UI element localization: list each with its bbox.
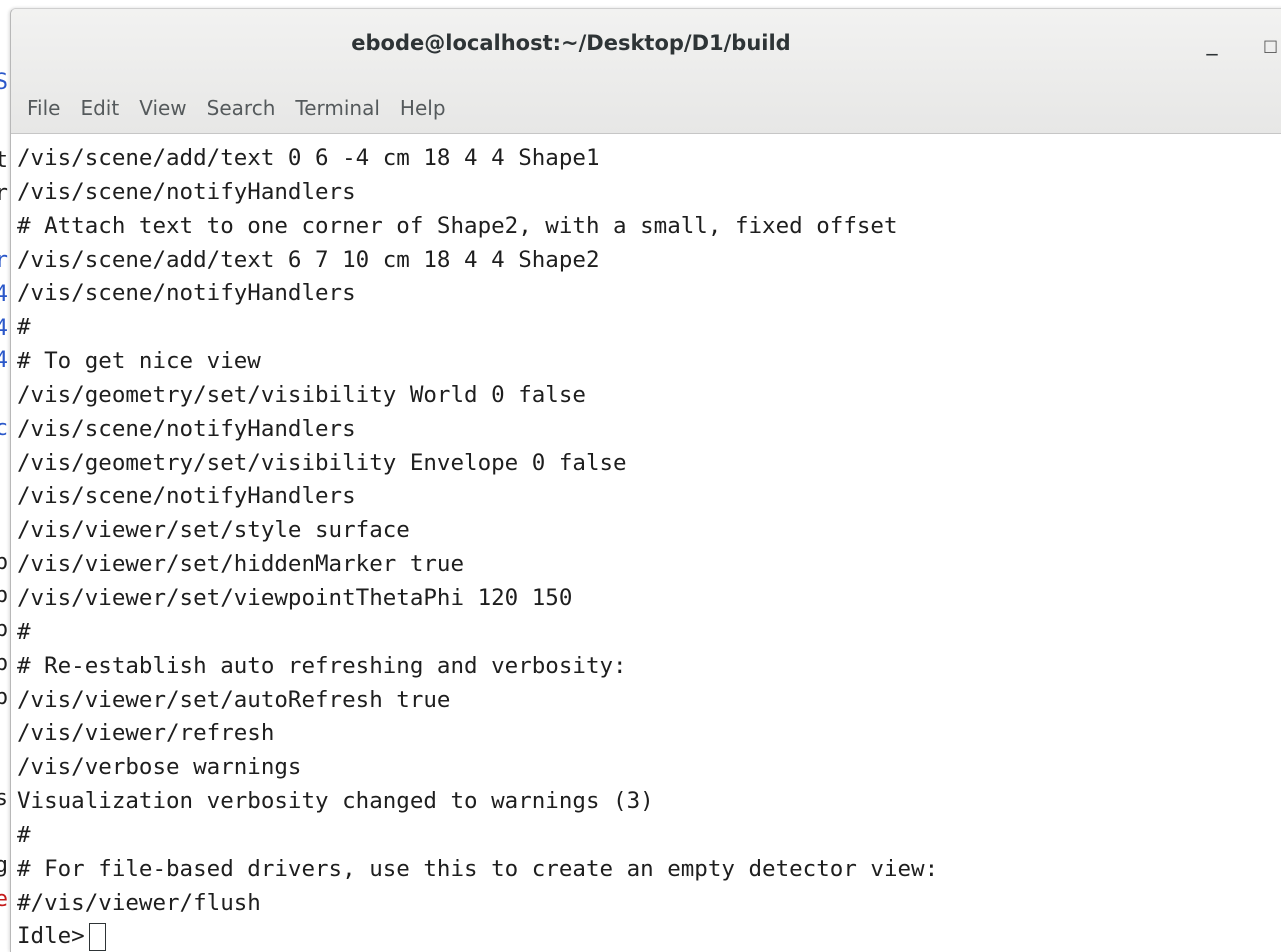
- menu-view[interactable]: View: [129, 92, 196, 124]
- menu-bar: File Edit View Search Terminal Help: [11, 87, 456, 129]
- menu-edit[interactable]: Edit: [70, 92, 129, 124]
- background-text-fragment: 4: [0, 282, 8, 307]
- background-text-fragment: r: [0, 248, 8, 273]
- background-text-fragment: b: [0, 583, 8, 608]
- maximize-button[interactable]: □: [1263, 31, 1281, 61]
- terminal-line: #: [17, 314, 31, 341]
- terminal-line: # For file-based drivers, use this to cr…: [17, 855, 939, 882]
- menu-terminal[interactable]: Terminal: [285, 92, 390, 124]
- terminal-line: # Attach text to one corner of Shape2, w…: [17, 212, 898, 239]
- title-bar[interactable]: ebode@localhost:~/Desktop/D1/build _ □ F…: [11, 9, 1281, 134]
- minimize-button[interactable]: _: [1197, 29, 1227, 59]
- terminal-line: Visualization verbosity changed to warni…: [17, 788, 654, 815]
- terminal-line: /vis/scene/notifyHandlers: [17, 415, 356, 442]
- terminal-line: #: [17, 618, 31, 645]
- window-title: ebode@localhost:~/Desktop/D1/build: [351, 31, 791, 55]
- terminal-window: ebode@localhost:~/Desktop/D1/build _ □ F…: [10, 8, 1281, 952]
- background-text-fragment: c: [0, 416, 8, 441]
- prompt-line[interactable]: Idle>: [17, 920, 938, 952]
- shell-prompt: Idle>: [17, 923, 85, 950]
- terminal-line: /vis/scene/notifyHandlers: [17, 483, 356, 510]
- terminal-output-area[interactable]: /vis/scene/add/text 0 6 -4 cm 18 4 4 Sha…: [11, 134, 1281, 952]
- terminal-line: #/vis/viewer/flush: [17, 889, 261, 916]
- terminal-line: /vis/geometry/set/visibility World 0 fal…: [17, 381, 586, 408]
- background-text-fragment: r: [0, 181, 8, 206]
- terminal-line: /vis/verbose warnings: [17, 754, 302, 781]
- terminal-lines: /vis/scene/add/text 0 6 -4 cm 18 4 4 Sha…: [17, 142, 938, 952]
- terminal-line: /vis/viewer/set/viewpointThetaPhi 120 15…: [17, 584, 573, 611]
- terminal-line: /vis/viewer/refresh: [17, 720, 275, 747]
- background-text-fragment: b: [0, 550, 8, 575]
- terminal-line: /vis/geometry/set/visibility Envelope 0 …: [17, 449, 627, 476]
- terminal-line: /vis/scene/add/text 6 7 10 cm 18 4 4 Sha…: [17, 246, 600, 273]
- background-text-fragment: S: [0, 70, 8, 95]
- background-text-fragment: b: [0, 651, 8, 676]
- menu-help[interactable]: Help: [390, 92, 456, 124]
- background-text-fragment: b: [0, 617, 8, 642]
- menu-file[interactable]: File: [17, 92, 70, 124]
- background-text-fragment: t: [0, 148, 8, 173]
- terminal-line: /vis/scene/notifyHandlers: [17, 178, 356, 205]
- terminal-line: /vis/scene/add/text 0 6 -4 cm 18 4 4 Sha…: [17, 145, 600, 171]
- background-text-fragment: b: [0, 685, 8, 710]
- background-text-fragment: g: [0, 853, 8, 878]
- menu-search[interactable]: Search: [197, 92, 286, 124]
- terminal-line: # To get nice view: [17, 348, 261, 375]
- background-text-fragment: s: [0, 786, 8, 811]
- terminal-line: /vis/scene/notifyHandlers: [17, 280, 356, 307]
- terminal-line: #: [17, 821, 31, 848]
- terminal-line: /vis/viewer/set/autoRefresh true: [17, 686, 451, 713]
- background-text-fragment: 4: [0, 348, 8, 373]
- terminal-line: /vis/viewer/set/hiddenMarker true: [17, 551, 465, 578]
- terminal-line: /vis/viewer/set/style surface: [17, 517, 410, 544]
- background-text-fragment: 4: [0, 316, 8, 341]
- terminal-line: # Re-establish auto refreshing and verbo…: [17, 652, 627, 679]
- background-text-fragment: e: [0, 887, 8, 912]
- text-cursor: [88, 923, 106, 952]
